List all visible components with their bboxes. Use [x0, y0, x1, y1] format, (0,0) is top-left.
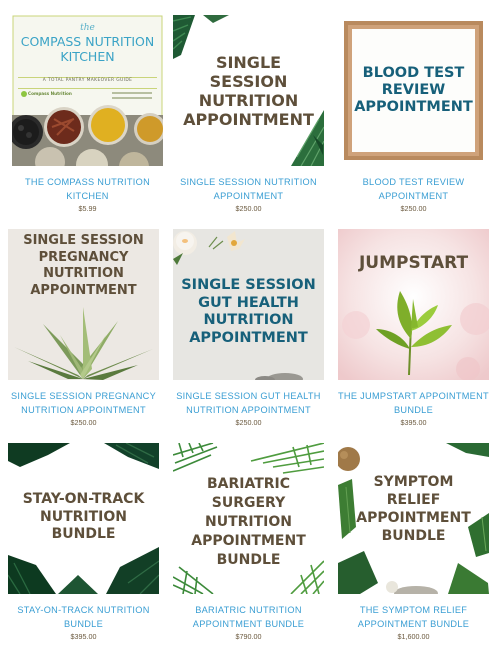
- product-title-link[interactable]: SINGLE SESSION NUTRITION APPOINTMENT: [165, 175, 332, 203]
- book-brand: Compass Nutrition: [28, 91, 72, 96]
- product-price: $250.00: [235, 204, 262, 213]
- product-image[interactable]: BARIATRIC SURGERY NUTRITION APPOINTMENT …: [173, 443, 324, 594]
- product-image[interactable]: SYMPTOM RELIEF APPOINTMENT BUNDLE: [338, 443, 489, 594]
- product-price: $250.00: [70, 418, 97, 427]
- product-image[interactable]: JUMPSTART: [338, 229, 489, 380]
- product-title-link[interactable]: THE COMPASS NUTRITION KITCHEN: [4, 175, 171, 203]
- image-headline: SYMPTOM RELIEF APPOINTMENT BUNDLE: [356, 474, 471, 544]
- product-price: $395.00: [70, 632, 97, 641]
- product-title-link[interactable]: SINGLE SESSION GUT HEALTH NUTRITION APPO…: [165, 389, 332, 417]
- image-headline: SINGLE SESSION GUT HEALTH NUTRITION APPO…: [181, 277, 316, 346]
- product-image[interactable]: SINGLE SESSION NUTRITION APPOINTMENT: [173, 15, 324, 166]
- product-image[interactable]: SINGLE SESSION GUT HEALTH NUTRITION APPO…: [173, 229, 324, 380]
- product-price: $5.99: [78, 204, 97, 213]
- product-title-link[interactable]: THE JUMPSTART APPOINTMENT BUNDLE: [330, 389, 497, 417]
- sprout-image: [338, 229, 489, 380]
- image-headline: BLOOD TEST REVIEW APPOINTMENT: [354, 65, 473, 115]
- image-headline: JUMPSTART: [358, 253, 469, 273]
- product-image[interactable]: SINGLE SESSION PREGNANCY NUTRITION APPOI…: [8, 229, 159, 380]
- product-price: $250.00: [400, 204, 427, 213]
- image-headline: SINGLE SESSION NUTRITION APPOINTMENT: [183, 53, 314, 129]
- product-price: $395.00: [400, 418, 427, 427]
- product-image[interactable]: STAY-ON-TRACK NUTRITION BUNDLE: [8, 443, 159, 594]
- product-title-link[interactable]: BLOOD TEST REVIEW APPOINTMENT: [330, 175, 497, 203]
- image-headline: STAY-ON-TRACK NUTRITION BUNDLE: [22, 491, 145, 542]
- product-grid: the COMPASS NUTRITION KITCHEN A TOTAL PA…: [0, 0, 499, 651]
- product-title-link[interactable]: SINGLE SESSION PREGNANCY NUTRITION APPOI…: [0, 389, 167, 417]
- product-image[interactable]: the COMPASS NUTRITION KITCHEN A TOTAL PA…: [12, 15, 163, 166]
- book-title-the: the: [80, 23, 95, 33]
- product-title-link[interactable]: THE SYMPTOM RELIEF APPOINTMENT BUNDLE: [330, 603, 497, 631]
- book-title: COMPASS NUTRITION KITCHEN: [20, 34, 155, 64]
- product-price: $1,600.00: [397, 632, 430, 641]
- product-title-link[interactable]: STAY-ON-TRACK NUTRITION BUNDLE: [0, 603, 167, 631]
- image-headline: SINGLE SESSION PREGNANCY NUTRITION APPOI…: [23, 233, 144, 298]
- product-price: $250.00: [235, 418, 262, 427]
- product-price: $790.00: [235, 632, 262, 641]
- image-headline: BARIATRIC SURGERY NUTRITION APPOINTMENT …: [191, 476, 306, 568]
- product-image[interactable]: BLOOD TEST REVIEW APPOINTMENT: [338, 15, 489, 166]
- product-title-link[interactable]: BARIATRIC NUTRITION APPOINTMENT BUNDLE: [165, 603, 332, 631]
- book-subtitle: A TOTAL PANTRY MAKEOVER GUIDE: [42, 78, 133, 83]
